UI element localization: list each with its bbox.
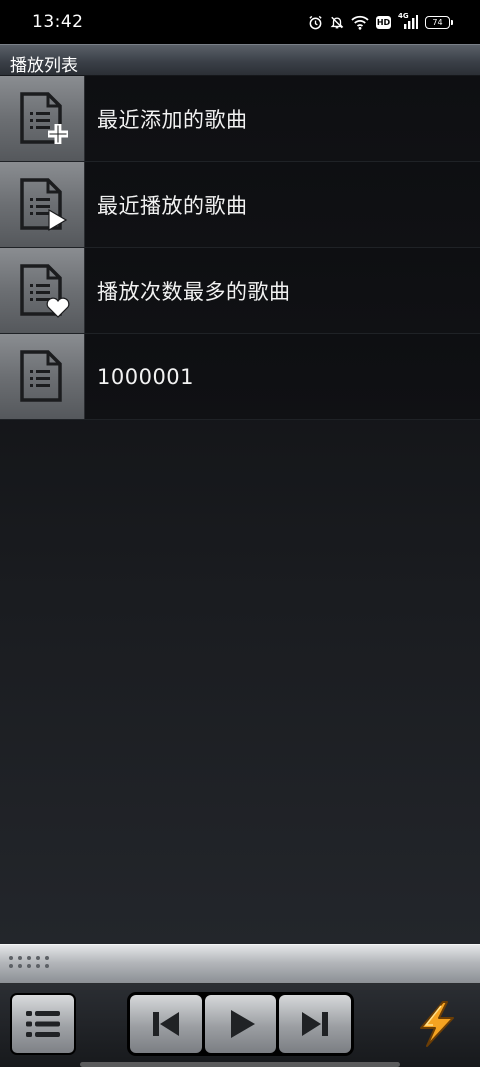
title-bar: 播放列表 (0, 44, 480, 76)
status-time: 13:42 (32, 12, 84, 32)
playlist-item-label: 播放次数最多的歌曲 (97, 279, 291, 304)
playlist-list: 最近添加的歌曲 最近播放的歌曲 播放次数最多的歌曲 1000001 (0, 76, 480, 420)
play-button[interactable] (204, 995, 277, 1053)
playlist-play-icon (0, 162, 85, 247)
previous-icon (152, 1012, 179, 1036)
status-bar: 13:42 HD 4G 74 (0, 0, 480, 44)
playlist-item-label: 最近添加的歌曲 (97, 107, 248, 132)
battery-icon: 74 (425, 15, 453, 29)
transport-group (127, 992, 354, 1056)
playlist-item-recently-added[interactable]: 最近添加的歌曲 (0, 76, 480, 162)
home-indicator[interactable] (80, 1062, 400, 1067)
winamp-bolt-icon (420, 1001, 454, 1047)
page-title: 播放列表 (10, 56, 78, 76)
playlist-menu-button[interactable] (10, 993, 76, 1055)
playback-controls (0, 984, 480, 1067)
status-icons: HD 4G 74 (308, 12, 453, 30)
play-icon (230, 1010, 255, 1038)
list-icon (26, 1011, 60, 1037)
previous-button[interactable] (130, 995, 202, 1053)
grip-icon (9, 956, 49, 968)
playlist-heart-icon (0, 248, 85, 333)
playlist-content: 最近添加的歌曲 最近播放的歌曲 播放次数最多的歌曲 1000001 (0, 76, 480, 944)
mute-icon (330, 15, 344, 30)
wifi-icon (351, 15, 369, 30)
playlist-item-most-played[interactable]: 播放次数最多的歌曲 (0, 248, 480, 334)
signal-icon: 4G (398, 12, 418, 29)
playlist-icon (0, 334, 85, 419)
hd-icon: HD (376, 15, 391, 29)
next-button[interactable] (279, 995, 352, 1053)
next-icon (302, 1012, 329, 1036)
drawer-handle-bar[interactable] (0, 944, 480, 984)
playlist-item-label: 最近播放的歌曲 (97, 193, 248, 218)
playlist-item-1000001[interactable]: 1000001 (0, 334, 480, 420)
alarm-icon (308, 15, 323, 30)
winamp-button[interactable] (412, 998, 462, 1050)
playlist-item-label: 1000001 (97, 364, 195, 389)
playlist-add-icon (0, 76, 85, 161)
playlist-item-recently-played[interactable]: 最近播放的歌曲 (0, 162, 480, 248)
